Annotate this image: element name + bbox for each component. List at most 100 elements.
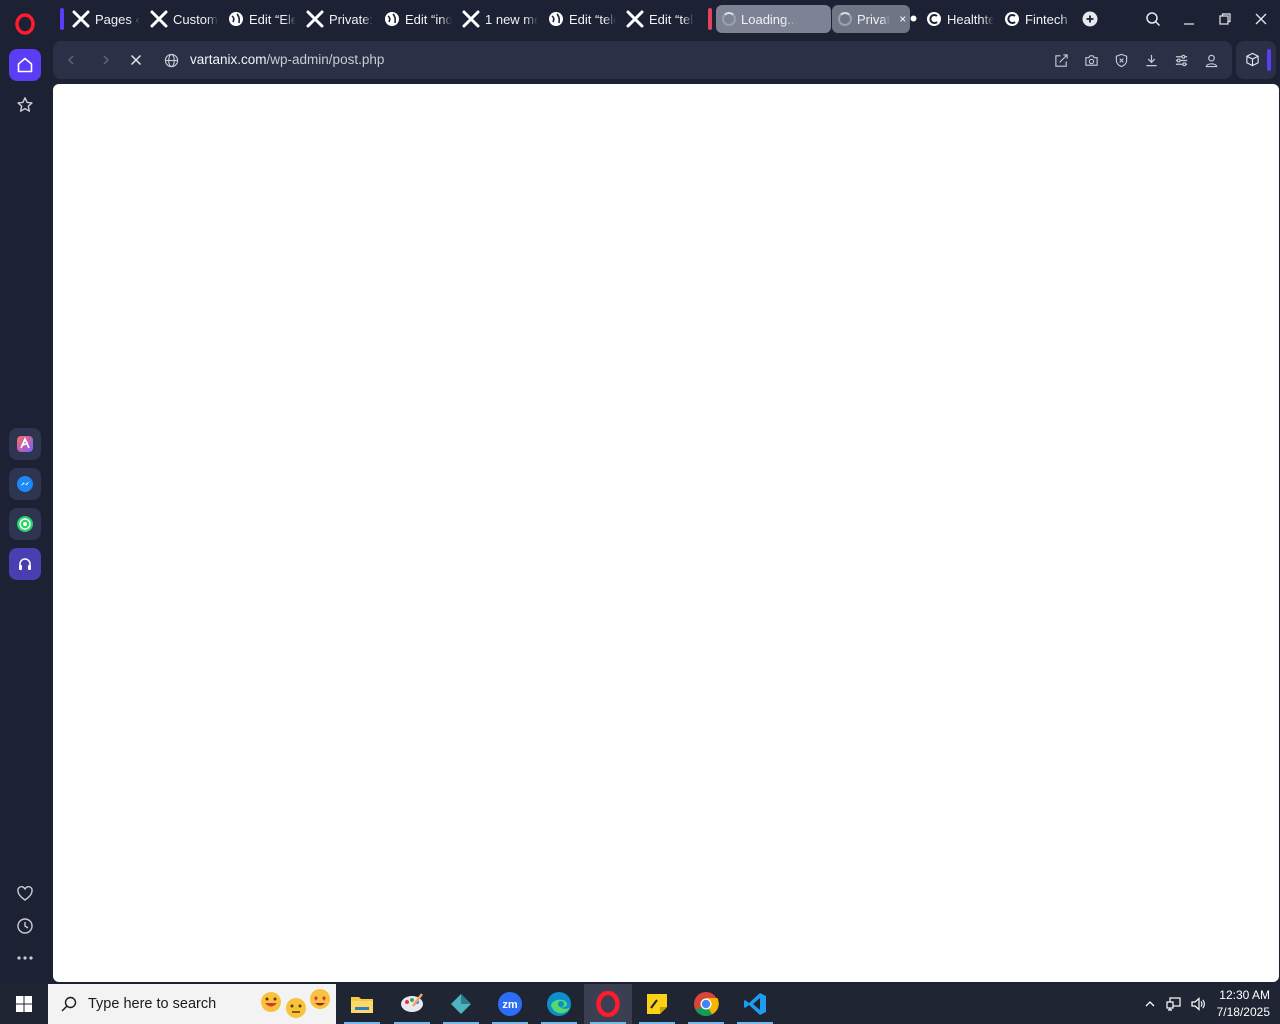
globe-icon [229,12,243,26]
messenger-button[interactable] [9,468,41,500]
home-button[interactable] [9,49,41,81]
restore-button[interactable] [1212,6,1238,32]
taskbar: Type here to search zm 12:30 AM 7/18/202… [0,984,1280,1024]
adblock-button[interactable] [1112,51,1130,69]
tab-7[interactable]: Edit “tele [620,5,694,33]
x-logo-icon [462,10,480,28]
tab-11[interactable]: Fintech S [998,5,1072,33]
tab-label: Pages ‹ V [95,11,140,27]
tab-label: Edit “indu [405,11,452,27]
speaker-icon [1191,997,1205,1011]
back-button[interactable] [61,50,81,70]
profile-button[interactable] [1202,51,1220,69]
page-content[interactable] [53,84,1279,982]
vscode-icon [744,993,766,1015]
messenger-icon [17,476,33,492]
taskbar-zoom[interactable]: zm [486,984,534,1024]
tab-search-button[interactable] [1140,6,1166,32]
tab-strip: Pages ‹ V Customiz Edit “Elen Private: E… [52,0,1280,38]
share-button[interactable] [1052,51,1070,69]
x-logo-icon [626,10,644,28]
zoom-icon: zm [498,992,522,1016]
shield-x-icon [1115,53,1127,67]
tab-label: Edit “tele [649,11,694,27]
opera-icon [596,991,620,1017]
chrome-icon [694,992,719,1017]
taskbar-file-explorer[interactable] [338,984,386,1024]
more-dots-icon [17,956,33,960]
forward-button[interactable] [96,50,116,70]
aria-button[interactable] [9,428,41,460]
aria-icon [17,436,33,452]
tab-2[interactable]: Edit “Elen [222,5,296,33]
url-field[interactable]: vartanix.com/wp-admin/post.php [190,52,384,67]
taskbar-search-box[interactable]: Type here to search [48,984,336,1024]
url-host: vartanix.com [190,52,267,67]
tab-4[interactable]: Edit “indu [378,5,452,33]
opera-logo-icon[interactable] [14,13,36,35]
taskbar-clock[interactable]: 12:30 AM 7/18/2025 [1217,987,1270,1021]
taskbar-app-diamond[interactable] [437,984,485,1024]
tab-10[interactable]: Healthtec [920,5,994,33]
search-icon [61,996,77,1012]
speed-dial-button[interactable] [9,89,41,121]
downloads-button[interactable] [1142,51,1160,69]
pinboards-button[interactable] [9,878,41,910]
close-window-button[interactable] [1248,6,1274,32]
tab-label: 1 new me [485,11,538,27]
taskbar-edge[interactable] [535,984,583,1024]
more-button[interactable] [9,942,41,974]
loading-spinner-icon [838,12,852,26]
chevron-right-icon [103,55,110,65]
globe-icon [385,12,399,26]
tab-9-current[interactable]: Privat × [832,5,910,33]
tab-label: Healthtec [947,11,994,27]
stop-loading-button[interactable] [126,50,146,70]
emoji-search-highlight-icon [261,989,330,1018]
taskbar-vs-code[interactable] [731,984,779,1024]
edge-icon [547,992,571,1016]
whatsapp-button[interactable] [9,508,41,540]
tab-6[interactable]: Edit “tele [542,5,616,33]
sidebar [0,0,50,984]
tab-5[interactable]: 1 new me [456,5,538,33]
diamond-app-icon [451,994,471,1014]
tab-close-button[interactable]: × [899,12,906,26]
taskbar-sticky-notes[interactable] [633,984,681,1024]
tab-0[interactable]: Pages ‹ V [66,5,140,33]
tab-8-loading[interactable]: Loading... [716,5,831,33]
clock-time: 12:30 AM [1219,988,1270,1002]
easy-setup-button[interactable] [1172,51,1190,69]
tab-label: Customiz [173,11,218,27]
tray-volume-button[interactable] [1187,984,1209,1024]
taskbar-chrome[interactable] [682,984,730,1024]
tab-label: Loading... [741,11,799,27]
home-icon [17,57,33,73]
tab-1[interactable]: Customiz [144,5,218,33]
taskbar-opera[interactable] [584,984,632,1024]
tab-3[interactable]: Private: E [300,5,374,33]
start-button[interactable] [0,984,48,1024]
chevron-left-icon [67,55,74,65]
c-logo-icon [1005,12,1019,26]
music-player-button[interactable] [9,548,41,580]
new-tab-button[interactable] [1077,6,1103,32]
tray-network-button[interactable] [1163,984,1185,1024]
close-icon [130,54,142,66]
taskbar-paint-app[interactable] [388,984,436,1024]
edit-share-icon [1054,53,1068,67]
snapshot-button[interactable] [1082,51,1100,69]
site-info-button[interactable] [161,50,181,70]
cube-icon [1246,52,1259,67]
tray-overflow-button[interactable] [1140,984,1160,1024]
paint-palette-icon [401,993,423,1012]
history-button[interactable] [9,910,41,942]
star-icon [17,97,33,112]
extensions-button[interactable] [1236,41,1276,79]
camera-icon [1084,54,1098,66]
x-logo-icon [150,10,168,28]
minimize-button[interactable] [1176,6,1202,32]
minimize-icon [1184,23,1194,25]
sticky-notes-icon [647,994,667,1014]
close-icon [1255,13,1267,25]
